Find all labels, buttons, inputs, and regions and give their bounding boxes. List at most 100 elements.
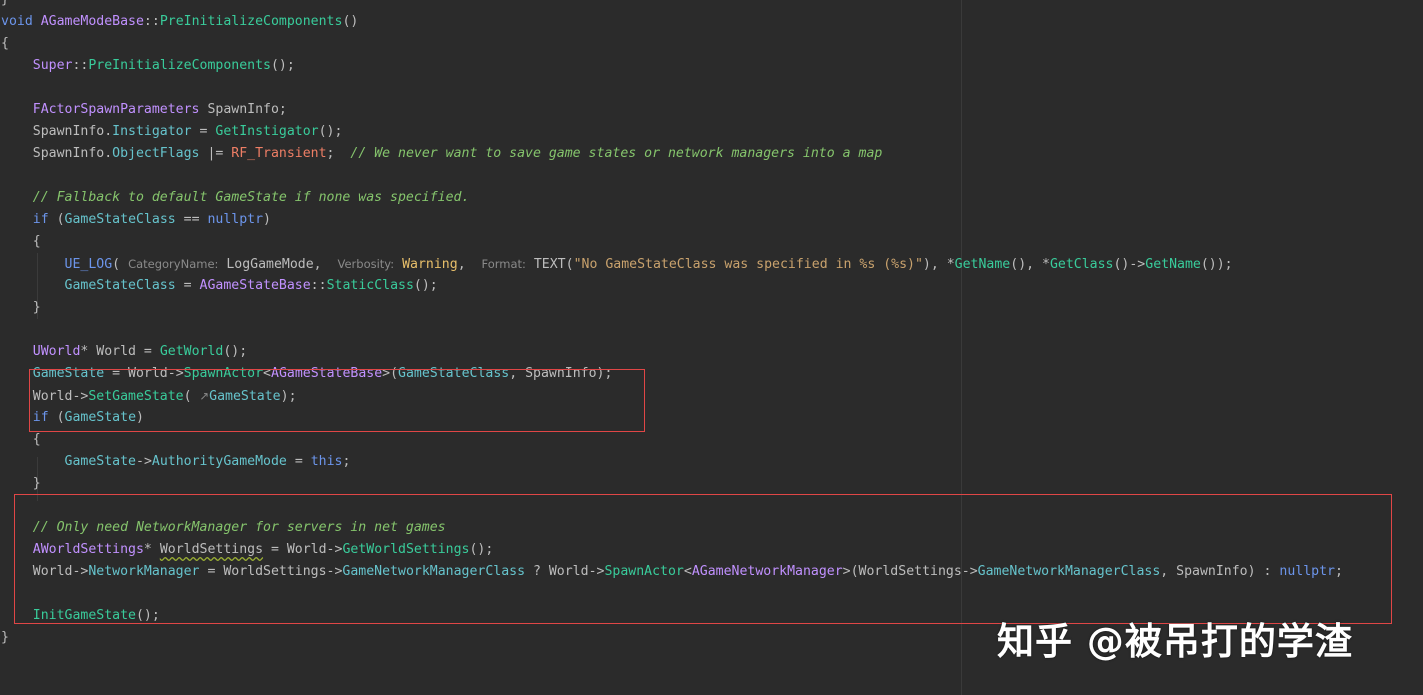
code-line[interactable]: void AGameModeBase::PreInitializeCompone… <box>1 11 358 33</box>
code-token: ) <box>263 212 271 227</box>
code-token: ObjectFlags <box>112 146 200 161</box>
code-line[interactable]: { <box>1 231 41 253</box>
code-line[interactable]: // Fallback to default GameState if none… <box>1 187 470 209</box>
code-line[interactable]: } <box>1 473 41 495</box>
code-token: ()-> <box>1113 257 1146 272</box>
code-token: { <box>1 432 41 447</box>
code-token: GetName <box>954 257 1011 272</box>
code-token: AGameModeBase <box>40 14 144 29</box>
code-token: UE_LOG <box>64 257 113 272</box>
code-token: SpawnInfo. <box>1 146 113 161</box>
code-token: GameStateClass <box>64 278 176 293</box>
code-line[interactable]: } <box>1 627 9 649</box>
code-token: :: <box>143 14 160 29</box>
code-token: () <box>342 14 359 29</box>
code-line[interactable]: } <box>1 0 9 11</box>
code-token: // Fallback to default GameState if none… <box>32 190 470 205</box>
code-line[interactable]: FActorSpawnParameters SpawnInfo; <box>1 99 287 121</box>
code-token: } <box>1 0 9 7</box>
code-token: GetName <box>1145 257 1201 272</box>
code-token: (); <box>318 124 343 139</box>
code-token: SpawnInfo; <box>199 102 287 117</box>
code-token: nullptr <box>207 212 264 227</box>
code-line[interactable]: } <box>1 297 41 319</box>
code-line[interactable]: GameState->AuthorityGameMode = this; <box>1 451 351 473</box>
code-token: (); <box>270 58 295 73</box>
code-token: LogGameMode, <box>218 257 338 272</box>
code-token: ( <box>48 212 65 227</box>
code-token: GetWorld <box>159 344 224 359</box>
code-token: TEXT( <box>525 257 574 272</box>
code-line[interactable]: SpawnInfo.Instigator = GetInstigator(); <box>1 121 343 143</box>
code-token: ), * <box>922 257 955 272</box>
code-token: = <box>286 454 311 469</box>
code-token: (); <box>413 278 438 293</box>
code-token: * World = <box>80 344 160 359</box>
code-token: RF_Transient <box>231 146 327 161</box>
code-token: void <box>1 14 41 29</box>
code-token: } <box>1 300 41 315</box>
code-token: AuthorityGameMode <box>151 454 287 469</box>
code-token: ; <box>342 454 351 469</box>
code-token: = <box>191 124 216 139</box>
code-token: } <box>1 476 41 491</box>
code-line[interactable]: { <box>1 429 41 451</box>
code-token: ; <box>326 146 351 161</box>
code-token: PreInitializeComponents <box>159 14 343 29</box>
code-token: GameState <box>64 454 136 469</box>
highlight-box-gamestate <box>29 369 645 432</box>
code-token: GameStateClass <box>64 212 176 227</box>
code-token: StaticClass <box>326 278 414 293</box>
code-token: GetClass <box>1049 257 1114 272</box>
code-token: SpawnInfo. <box>1 124 113 139</box>
code-token: , <box>457 257 482 272</box>
code-token: { <box>1 36 9 51</box>
code-token: AGameStateBase <box>199 278 311 293</box>
code-token: :: <box>72 58 89 73</box>
code-editor[interactable]: }void AGameModeBase::PreInitializeCompon… <box>0 0 1423 695</box>
parameter-hint: Verbosity: <box>337 257 395 271</box>
code-token: // We never want to save game states or … <box>350 146 883 161</box>
code-line[interactable]: GameStateClass = AGameStateBase::StaticC… <box>1 275 438 297</box>
parameter-hint: CategoryName: <box>128 257 219 271</box>
code-token: = <box>175 278 200 293</box>
code-token: |= <box>199 146 232 161</box>
code-token: :: <box>310 278 327 293</box>
code-token: Warning <box>394 257 458 272</box>
code-token: "No GameStateClass was specified in %s (… <box>573 257 923 272</box>
code-token: ( <box>112 257 129 272</box>
code-token: ()); <box>1200 257 1233 272</box>
code-token: == <box>175 212 208 227</box>
code-token: Instigator <box>112 124 192 139</box>
code-line[interactable]: { <box>1 33 9 55</box>
code-line[interactable]: UE_LOG( CategoryName: LogGameMode, Verbo… <box>1 253 1233 275</box>
code-token: } <box>1 630 9 645</box>
code-line[interactable]: Super::PreInitializeComponents(); <box>1 55 295 77</box>
code-token: UWorld <box>32 344 81 359</box>
code-line[interactable]: SpawnInfo.ObjectFlags |= RF_Transient; /… <box>1 143 883 165</box>
code-token: if <box>32 212 49 227</box>
code-line[interactable]: UWorld* World = GetWorld(); <box>1 341 247 363</box>
code-token: (), * <box>1010 257 1050 272</box>
code-token: FActorSpawnParameters <box>32 102 200 117</box>
code-token: this <box>310 454 343 469</box>
watermark-text: 知乎 @被吊打的学渣 <box>997 620 1353 663</box>
highlight-box-network-manager <box>14 494 1392 624</box>
code-token: { <box>1 234 41 249</box>
code-token: (); <box>223 344 248 359</box>
code-token: -> <box>136 454 152 469</box>
code-line[interactable]: if (GameStateClass == nullptr) <box>1 209 271 231</box>
parameter-hint: Format: <box>481 257 526 271</box>
code-token: Super <box>32 58 73 73</box>
code-token: PreInitializeComponents <box>88 58 271 73</box>
